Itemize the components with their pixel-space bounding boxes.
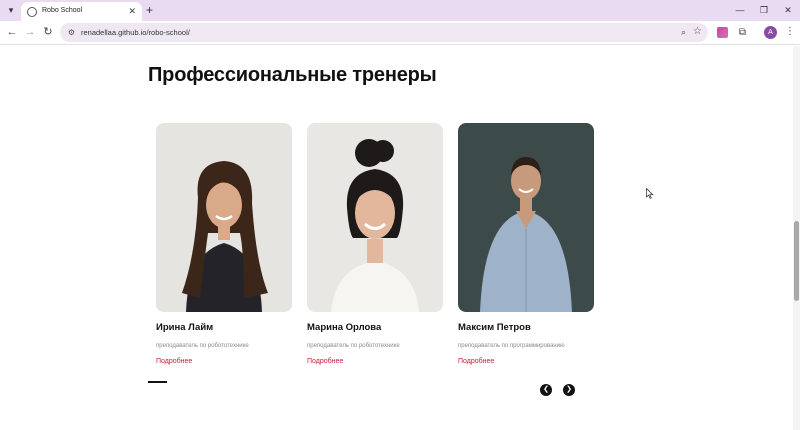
trainer-card: Ирина Лайм преподаватель по робототехник…	[156, 123, 292, 365]
trainer-name: Марина Орлова	[307, 322, 382, 333]
section-title: Профессиональные тренеры	[148, 64, 437, 86]
extension-icon[interactable]	[717, 27, 728, 38]
favicon-icon	[27, 7, 37, 17]
tab-list-icon[interactable]: ▾	[4, 3, 18, 17]
avatar[interactable]: A	[764, 26, 777, 39]
url-text[interactable]: renadellaa.github.io/robo-school/	[81, 26, 190, 39]
more-link[interactable]: Подробнее	[156, 358, 292, 365]
forward-icon[interactable]: →	[22, 24, 38, 40]
mouse-cursor-icon	[646, 188, 654, 199]
back-icon[interactable]: ←	[4, 24, 20, 40]
page-content: Профессиональные тренеры Ирина Лайм преп…	[0, 46, 793, 430]
trainer-role: преподаватель по программированию	[458, 343, 565, 349]
trainer-card: Марина Орлова преподаватель по робототех…	[307, 123, 443, 365]
slider-progress	[148, 381, 167, 383]
close-window-icon[interactable]: ✕	[776, 2, 800, 18]
restore-icon[interactable]: ❐	[752, 2, 776, 18]
browser-tab-bar: ▾ Robo School ✕ + — ❐ ✕	[0, 0, 800, 21]
minimize-icon[interactable]: —	[728, 2, 752, 18]
trainer-photo	[156, 123, 292, 312]
browser-tab[interactable]: Robo School ✕	[21, 2, 142, 21]
arrow-right-icon[interactable]: ❯	[563, 384, 575, 396]
scrollbar-thumb[interactable]	[794, 221, 799, 301]
trainer-name: Максим Петров	[458, 322, 531, 333]
tab-title: Robo School	[42, 7, 83, 14]
reload-icon[interactable]: ↻	[40, 24, 56, 40]
more-link[interactable]: Подробнее	[307, 358, 443, 365]
star-icon[interactable]: ☆	[693, 25, 702, 39]
new-tab-icon[interactable]: +	[146, 2, 153, 18]
scrollbar[interactable]	[793, 46, 800, 430]
trainer-role: преподаватель по робототехнике	[307, 343, 400, 349]
more-link[interactable]: Подробнее	[458, 358, 594, 365]
browser-toolbar: ← → ↻ ⚙ renadellaa.github.io/robo-school…	[0, 21, 800, 45]
kebab-menu-icon[interactable]: ⋮	[785, 25, 795, 39]
site-info-icon[interactable]: ⚙	[66, 27, 77, 38]
arrow-left-icon[interactable]: ❮	[540, 384, 552, 396]
puzzle-icon[interactable]: ⧉	[737, 27, 748, 38]
trainer-card: Максим Петров преподаватель по программи…	[458, 123, 594, 365]
trainer-photo	[307, 123, 443, 312]
close-icon[interactable]: ✕	[128, 5, 136, 17]
trainer-name: Ирина Лайм	[156, 322, 214, 333]
trainer-role: преподаватель по робототехнике	[156, 343, 249, 349]
zoom-icon[interactable]: ⌕	[681, 26, 686, 39]
trainer-photo	[458, 123, 594, 312]
address-bar[interactable]: ⚙ renadellaa.github.io/robo-school/ ⌕ ☆	[60, 23, 708, 42]
